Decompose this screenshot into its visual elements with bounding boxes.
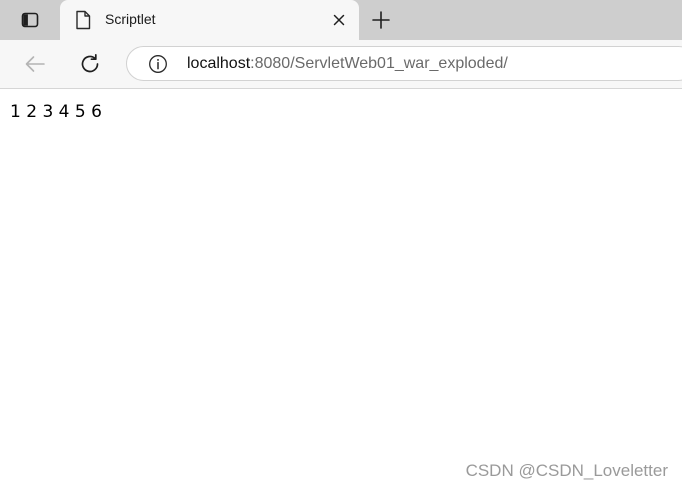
tab-strip: Scriptlet xyxy=(0,0,682,40)
info-icon[interactable] xyxy=(148,54,168,74)
back-button[interactable] xyxy=(21,50,49,78)
reload-icon xyxy=(81,53,99,73)
page-content: 1 2 3 4 5 6 CSDN @CSDN_Loveletter xyxy=(0,89,682,489)
url-host: localhost xyxy=(187,55,251,72)
tab-actions-icon xyxy=(21,12,39,28)
active-tab[interactable]: Scriptlet xyxy=(60,0,359,40)
page-icon xyxy=(76,10,91,30)
tab-title: Scriptlet xyxy=(105,11,156,27)
address-bar[interactable]: localhost:8080/ServletWeb01_war_exploded… xyxy=(126,46,682,81)
tab-close-button[interactable] xyxy=(329,10,349,30)
back-arrow-icon xyxy=(25,56,45,72)
plus-icon xyxy=(372,11,390,29)
reload-button[interactable] xyxy=(76,50,104,78)
watermark: CSDN @CSDN_Loveletter xyxy=(465,461,668,480)
close-icon xyxy=(333,14,345,26)
url-text[interactable]: localhost:8080/ServletWeb01_war_exploded… xyxy=(187,55,508,73)
new-tab-button[interactable] xyxy=(368,7,394,33)
scriptlet-output: 1 2 3 4 5 6 xyxy=(10,102,102,122)
url-path: :8080/ServletWeb01_war_exploded/ xyxy=(250,55,508,72)
browser-window: Scriptlet localhost:8080/ServletWeb01_wa… xyxy=(0,0,682,489)
browser-toolbar: localhost:8080/ServletWeb01_war_exploded… xyxy=(0,40,682,89)
tab-actions-button[interactable] xyxy=(10,7,50,33)
